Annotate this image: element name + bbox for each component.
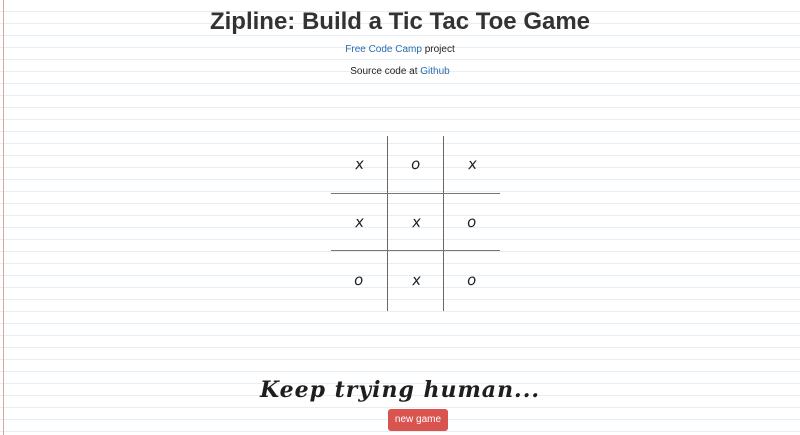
board-cell-9[interactable]: o <box>444 252 500 308</box>
project-credit: Free Code Camp project <box>0 44 800 56</box>
page-title: Zipline: Build a Tic Tac Toe Game <box>209 8 591 35</box>
board-cell-2[interactable]: o <box>388 136 444 192</box>
cell-mark: o <box>466 270 478 289</box>
source-prefix: Source code at <box>350 66 421 77</box>
board-cell-7[interactable]: o <box>331 252 387 308</box>
github-link[interactable]: Github <box>420 66 449 77</box>
grid-line-horizontal-2 <box>331 250 500 251</box>
cell-mark: o <box>466 212 478 231</box>
board-cell-8[interactable]: x <box>388 252 444 308</box>
new-game-button[interactable]: new game <box>388 409 448 431</box>
cell-mark: o <box>353 270 365 289</box>
cell-mark: o <box>410 154 422 173</box>
board-cell-1[interactable]: x <box>331 136 387 192</box>
source-credit: Source code at Github <box>0 66 800 78</box>
board-cell-5[interactable]: x <box>388 194 444 250</box>
cell-mark: x <box>410 212 422 231</box>
board-cell-3[interactable]: x <box>444 136 500 192</box>
page-header: Zipline: Build a Tic Tac Toe Game Free C… <box>0 0 800 78</box>
cell-mark: x <box>466 154 478 173</box>
tic-tac-toe-board: x o x x x o o x o <box>331 136 500 311</box>
cell-mark: x <box>410 270 422 289</box>
project-suffix: project <box>421 44 455 55</box>
board-cell-4[interactable]: x <box>331 194 387 250</box>
cell-mark: x <box>353 154 365 173</box>
game-status-message: Keep trying human... <box>259 377 541 403</box>
board-cell-6[interactable]: o <box>444 194 500 250</box>
cell-mark: x <box>353 212 365 231</box>
free-code-camp-link[interactable]: Free Code Camp <box>345 44 422 55</box>
